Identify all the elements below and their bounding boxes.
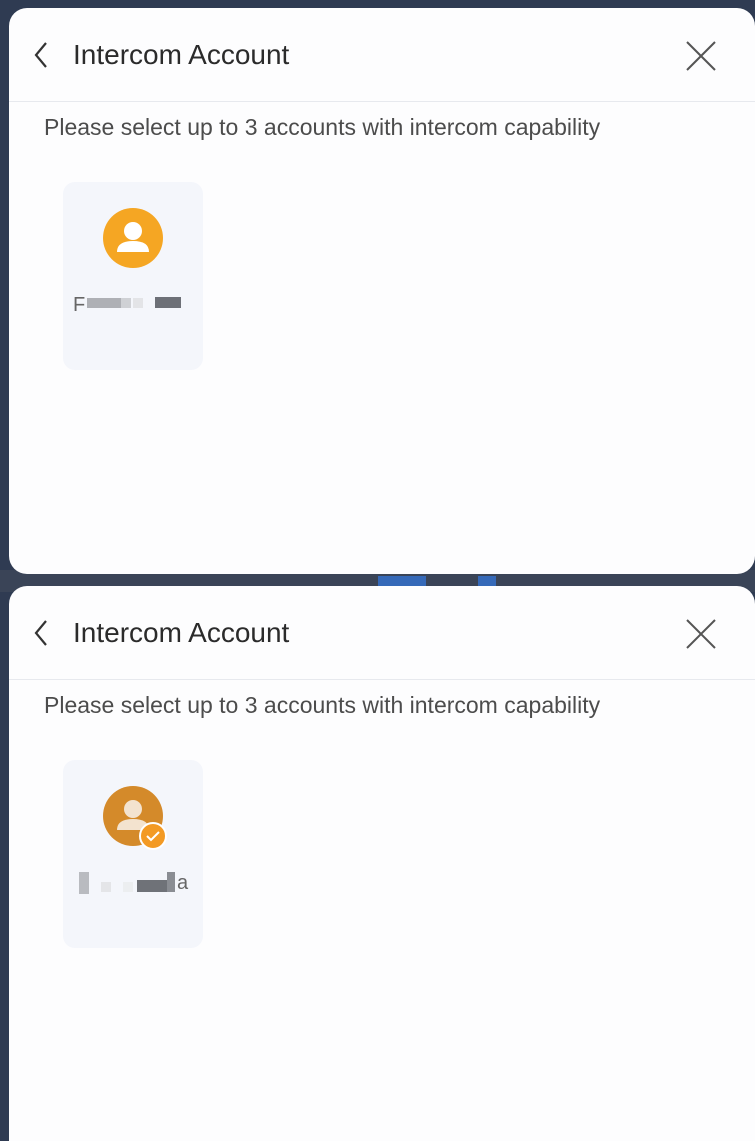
redacted-block <box>123 882 133 892</box>
close-icon <box>686 619 716 649</box>
user-avatar-icon <box>103 208 163 268</box>
panel-header: Intercom Account <box>9 8 755 102</box>
redacted-block <box>133 298 143 308</box>
close-icon <box>686 41 716 71</box>
checkmark-badge-icon <box>139 822 167 850</box>
chevron-left-icon <box>34 620 47 646</box>
account-name: F <box>73 294 193 316</box>
redacted-block <box>101 882 111 892</box>
back-button[interactable] <box>29 38 53 72</box>
background-accent <box>378 576 426 586</box>
instruction-text: Please select up to 3 accounts with inte… <box>44 114 601 140</box>
account-card[interactable]: F <box>63 182 203 370</box>
page-title: Intercom Account <box>73 617 290 648</box>
redacted-block <box>167 872 175 892</box>
close-button[interactable] <box>683 616 719 652</box>
instruction-text: Please select up to 3 accounts with inte… <box>44 692 601 718</box>
page-title: Intercom Account <box>73 39 290 70</box>
chevron-left-icon <box>34 42 47 68</box>
back-button[interactable] <box>29 616 53 650</box>
redacted-block <box>137 880 167 892</box>
intercom-account-panel: Intercom Account Please select up to 3 a… <box>9 8 755 574</box>
background-accent <box>478 576 496 586</box>
panel-header: Intercom Account <box>9 586 755 680</box>
close-button[interactable] <box>683 38 719 74</box>
account-name: a <box>73 872 193 894</box>
account-card-selected[interactable]: a <box>63 760 203 948</box>
redacted-block <box>87 298 121 308</box>
redacted-block <box>121 298 131 308</box>
redacted-block <box>155 297 181 308</box>
redacted-block <box>79 872 89 894</box>
intercom-account-panel-selected: Intercom Account Please select up to 3 a… <box>9 586 755 1141</box>
